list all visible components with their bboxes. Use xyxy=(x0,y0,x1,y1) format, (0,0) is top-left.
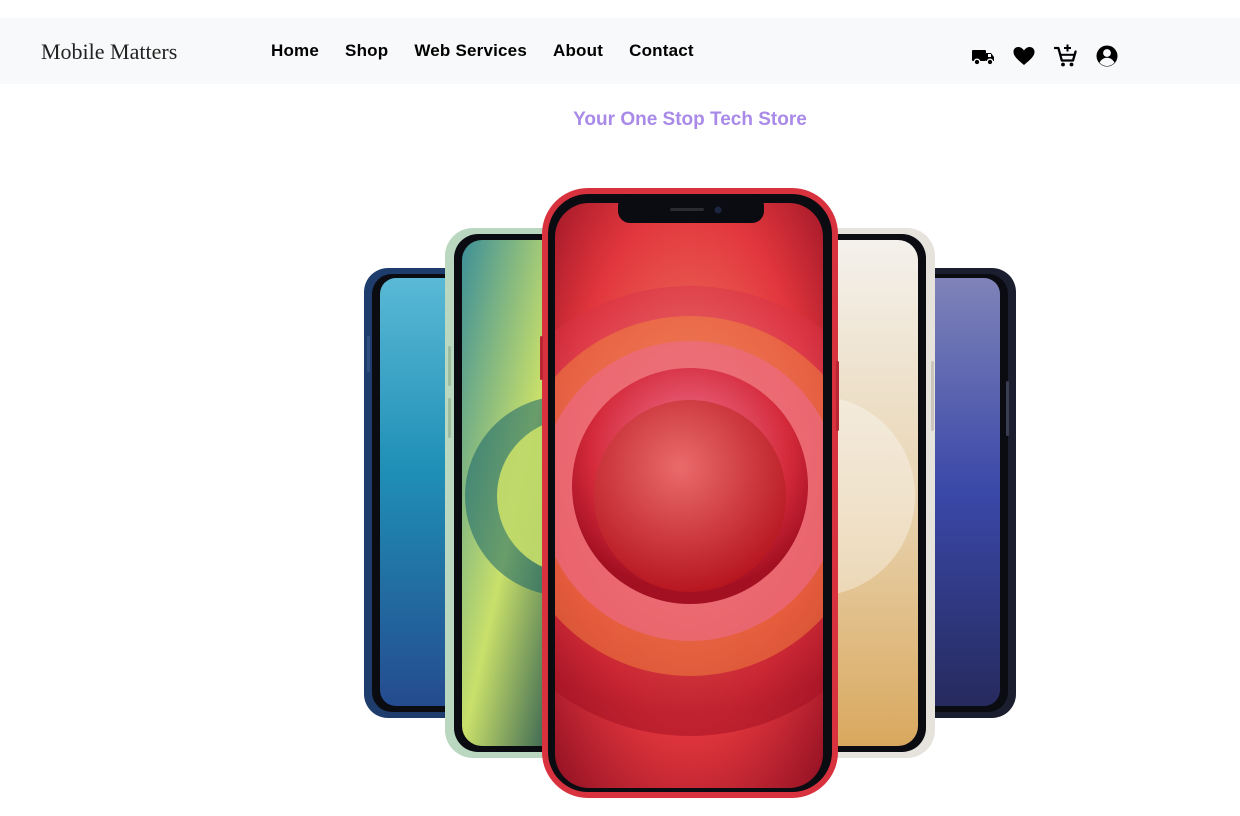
nav-link-about[interactable]: About xyxy=(553,41,603,61)
nav-link-web-services[interactable]: Web Services xyxy=(414,41,527,61)
heart-icon[interactable] xyxy=(1010,42,1038,70)
brand-logo[interactable]: Mobile Matters xyxy=(41,39,177,65)
nav-link-home[interactable]: Home xyxy=(271,41,319,61)
phone-lineup-image xyxy=(360,186,1020,801)
truck-icon[interactable] xyxy=(969,42,997,70)
hero-tagline: Your One Stop Tech Store xyxy=(573,109,807,130)
nav-link-contact[interactable]: Contact xyxy=(629,41,694,61)
user-circle-icon[interactable] xyxy=(1093,42,1121,70)
nav-links: Home Shop Web Services About Contact xyxy=(271,41,720,61)
cart-plus-icon[interactable] xyxy=(1052,42,1080,70)
top-navbar: Mobile Matters Home Shop Web Services Ab… xyxy=(0,18,1240,84)
nav-link-shop[interactable]: Shop xyxy=(345,41,388,61)
